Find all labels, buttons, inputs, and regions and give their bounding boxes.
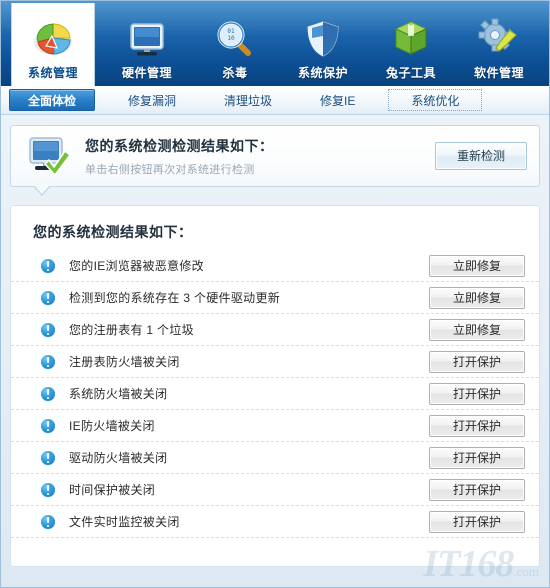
tab-label: 全面体检 bbox=[28, 94, 77, 108]
monitor-check-icon bbox=[25, 134, 75, 178]
enable-protection-button[interactable]: 打开保护 bbox=[429, 446, 525, 469]
results-title: 您的系统检测结果如下： bbox=[33, 224, 193, 240]
result-label: 您的IE浏览器被恶意修改 bbox=[69, 259, 204, 273]
toolbar-item-hardware-manage[interactable]: 硬件管理 bbox=[103, 3, 191, 86]
tab-system-optimize[interactable]: 系统优化 bbox=[388, 89, 483, 111]
rescan-button[interactable]: 重新检测 bbox=[435, 142, 527, 170]
svg-text:01: 01 bbox=[227, 28, 235, 35]
warning-icon bbox=[41, 482, 55, 497]
warning-icon bbox=[41, 322, 55, 337]
fix-now-button[interactable]: 立即修复 bbox=[429, 318, 525, 341]
enable-protection-button[interactable]: 打开保护 bbox=[429, 382, 525, 405]
tab-label: 系统优化 bbox=[411, 94, 460, 108]
result-label: 您的注册表有 1 个垃圾 bbox=[69, 323, 194, 337]
result-row-registry-firewall[interactable]: 注册表防火墙被关闭 打开保护 bbox=[11, 346, 539, 378]
warning-icon bbox=[41, 450, 55, 465]
pie-chart-icon bbox=[30, 16, 76, 62]
enable-protection-button[interactable]: 打开保护 bbox=[429, 510, 525, 533]
scan-summary-panel: 您的系统检测检测结果如下： 单击右侧按钮再次对系统进行检测 重新检测 bbox=[10, 125, 540, 196]
result-label: 驱动防火墙被关闭 bbox=[69, 451, 168, 465]
toolbar-item-label: 软件管理 bbox=[473, 66, 524, 80]
tab-label: 修复IE bbox=[320, 94, 356, 108]
tab-bar: 全面体检 修复漏洞 清理垃圾 修复IE 系统优化 bbox=[1, 86, 549, 115]
toolbar-item-software-manage[interactable]: 软件管理 bbox=[455, 3, 543, 86]
scan-summary-text: 您的系统检测检测结果如下： 单击右侧按钮再次对系统进行检测 bbox=[85, 136, 435, 177]
result-row-ie-firewall[interactable]: IE防火墙被关闭 打开保护 bbox=[11, 410, 539, 442]
app-window: 系统管理 硬件管理 01 10 杀毒 系统保护 兔子工具 软件管理 全面体检 修… bbox=[0, 0, 550, 588]
fix-now-button[interactable]: 立即修复 bbox=[429, 254, 525, 277]
toolbar-item-system-protect[interactable]: 系统保护 bbox=[279, 3, 367, 86]
enable-protection-button[interactable]: 打开保护 bbox=[429, 414, 525, 437]
toolbar-item-label: 兔子工具 bbox=[385, 66, 436, 80]
toolbar-item-label: 硬件管理 bbox=[121, 66, 172, 80]
result-label: IE防火墙被关闭 bbox=[69, 419, 155, 433]
result-label: 文件实时监控被关闭 bbox=[69, 515, 180, 529]
result-row-time-protection[interactable]: 时间保护被关闭 打开保护 bbox=[11, 474, 539, 506]
panel-pointer-fill bbox=[34, 185, 50, 194]
tab-label: 修复漏洞 bbox=[128, 94, 177, 108]
tab-repair-ie[interactable]: 修复IE bbox=[305, 89, 370, 111]
main-toolbar: 系统管理 硬件管理 01 10 杀毒 系统保护 兔子工具 软件管理 bbox=[1, 1, 549, 86]
result-row-registry-junk[interactable]: 您的注册表有 1 个垃圾 立即修复 bbox=[11, 314, 539, 346]
scan-summary-title: 您的系统检测检测结果如下： bbox=[85, 137, 274, 154]
shield-icon bbox=[300, 16, 346, 62]
result-label: 注册表防火墙被关闭 bbox=[69, 355, 180, 369]
warning-icon bbox=[41, 290, 55, 305]
toolbar-item-antivirus[interactable]: 01 10 杀毒 bbox=[191, 3, 279, 86]
results-panel: 您的系统检测结果如下： 您的IE浏览器被恶意修改 立即修复 检测到您的系统存在 … bbox=[10, 205, 540, 567]
toolbar-item-system-manage[interactable]: 系统管理 bbox=[11, 3, 95, 86]
result-row-driver-firewall[interactable]: 驱动防火墙被关闭 打开保护 bbox=[11, 442, 539, 474]
result-label: 系统防火墙被关闭 bbox=[69, 387, 168, 401]
result-label: 检测到您的系统存在 3 个硬件驱动更新 bbox=[69, 291, 281, 305]
tab-label: 清理垃圾 bbox=[224, 94, 273, 108]
warning-icon bbox=[41, 258, 55, 273]
toolbar-item-label: 系统管理 bbox=[27, 66, 78, 80]
warning-icon bbox=[41, 354, 55, 369]
enable-protection-button[interactable]: 打开保护 bbox=[429, 350, 525, 373]
toolbar-item-label: 杀毒 bbox=[222, 66, 248, 80]
toolbar-item-label: 系统保护 bbox=[297, 66, 348, 80]
gear-wrench-icon bbox=[476, 16, 522, 62]
monitor-icon bbox=[124, 16, 170, 62]
tab-fix-vulnerability[interactable]: 修复漏洞 bbox=[113, 89, 191, 111]
warning-icon bbox=[41, 386, 55, 401]
fix-now-button[interactable]: 立即修复 bbox=[429, 286, 525, 309]
magnifier-icon: 01 10 bbox=[212, 16, 258, 62]
enable-protection-button[interactable]: 打开保护 bbox=[429, 478, 525, 501]
warning-icon bbox=[41, 418, 55, 433]
result-row-system-firewall[interactable]: 系统防火墙被关闭 打开保护 bbox=[11, 378, 539, 410]
tab-full-checkup[interactable]: 全面体检 bbox=[9, 89, 96, 111]
scan-summary-subtitle: 单击右侧按钮再次对系统进行检测 bbox=[85, 163, 255, 176]
toolbar-item-rabbit-tools[interactable]: 兔子工具 bbox=[367, 3, 455, 86]
warning-icon bbox=[41, 514, 55, 529]
result-row-file-monitor[interactable]: 文件实时监控被关闭 打开保护 bbox=[11, 506, 539, 538]
result-row-ie-hijacked[interactable]: 您的IE浏览器被恶意修改 立即修复 bbox=[11, 250, 539, 282]
svg-text:10: 10 bbox=[227, 35, 235, 42]
green-box-icon bbox=[388, 16, 434, 62]
tab-clean-junk[interactable]: 清理垃圾 bbox=[209, 89, 287, 111]
result-row-driver-updates[interactable]: 检测到您的系统存在 3 个硬件驱动更新 立即修复 bbox=[11, 282, 539, 314]
result-label: 时间保护被关闭 bbox=[69, 483, 156, 497]
